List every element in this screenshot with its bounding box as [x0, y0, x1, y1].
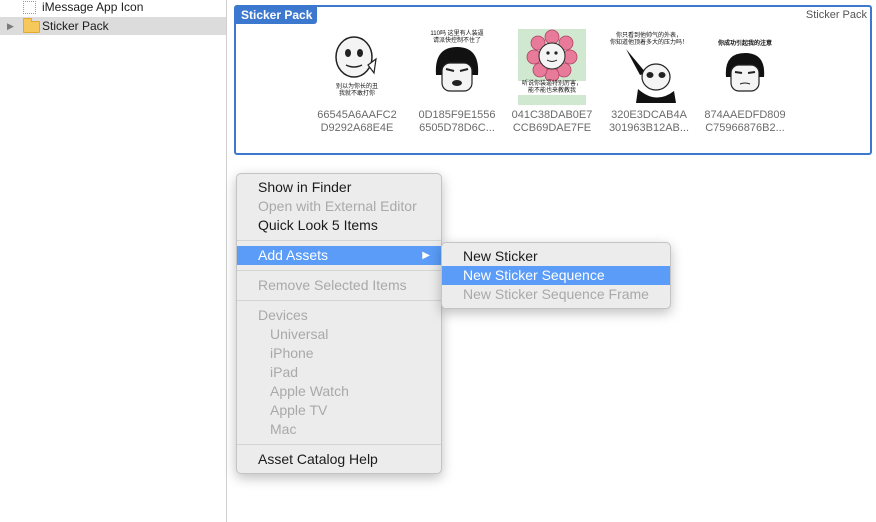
sidebar-item-label: iMessage App Icon	[42, 0, 144, 14]
menu-item-apple-watch[interactable]: Apple Watch	[237, 382, 441, 401]
sticker-thumbnail: 听说你装逼特别厉害， 能不能也来教教我	[514, 29, 590, 105]
menu-item-iphone[interactable]: iPhone	[237, 344, 441, 363]
menu-item-ipad[interactable]: iPad	[237, 363, 441, 382]
asset-sidebar: iMessage App Icon ▶ Sticker Pack	[0, 0, 227, 522]
menu-item-universal[interactable]: Universal	[237, 325, 441, 344]
sticker-pack-title: Sticker Pack	[236, 7, 318, 24]
context-menu: Show in Finder Open with External Editor…	[236, 173, 442, 474]
sticker-id-line1: 0D185F9E1556	[418, 109, 496, 121]
menu-item-asset-catalog-help[interactable]: Asset Catalog Help	[237, 450, 441, 469]
sticker-thumbnail: 别以为你长的丑 我就不敢打你	[324, 29, 390, 105]
sticker-thumbnail: 你成功引起我的注意	[712, 29, 778, 105]
sticker-thumbnail: 你只看到他帅气的外表， 你知道他顶着多大的压力吗！	[610, 29, 688, 105]
sticker-caption: 别以为你长的丑 我就不敢打你	[335, 84, 378, 97]
add-assets-submenu: New Sticker New Sticker Sequence New Sti…	[441, 242, 671, 309]
sticker-pack-type-label: Sticker Pack	[805, 9, 867, 21]
sticker-id-line2: C75966876B2...	[705, 122, 785, 134]
sticker-id-line1: 041C38DAB0E7	[511, 109, 593, 121]
menu-separator	[237, 240, 441, 241]
menu-separator	[237, 270, 441, 271]
menu-section-devices: Devices	[258, 307, 308, 323]
sticker-id-line1: 320E3DCAB4A	[611, 109, 687, 121]
sticker-caption: 听说你装逼特别厉害， 能不能也来教教我	[514, 81, 590, 95]
menu-item-show-in-finder[interactable]: Show in Finder	[237, 178, 441, 197]
menu-item-label: Add Assets	[258, 247, 329, 263]
menu-item-add-assets[interactable]: Add Assets ▶	[237, 246, 441, 265]
sticker-id-line2: D9292A68E4E	[320, 122, 394, 134]
menu-item-open-with-external-editor[interactable]: Open with External Editor	[237, 197, 441, 216]
sticker-item[interactable]: 你只看到他帅气的外表， 你知道他顶着多大的压力吗！ 320E3DCAB4A 30…	[603, 29, 695, 135]
sticker-id-line2: CCB69DAE7FE	[512, 122, 592, 134]
submenu-arrow-icon: ▶	[422, 250, 430, 261]
menu-item-new-sticker[interactable]: New Sticker	[442, 247, 670, 266]
sticker-item[interactable]: 听说你装逼特别厉害， 能不能也来教教我 041C38DAB0E7 CCB69DA…	[506, 29, 598, 135]
menu-separator	[237, 444, 441, 445]
folder-icon	[23, 18, 40, 33]
sidebar-item-label: Sticker Pack	[42, 19, 109, 33]
sticker-caption: 你成功引起我的注意	[717, 41, 772, 47]
menu-item-apple-tv[interactable]: Apple TV	[237, 401, 441, 420]
sidebar-item-sticker-pack[interactable]: ▶ Sticker Pack	[0, 17, 226, 35]
sticker-caption: 110吗 这里有人装逼 请派快控制不住了	[430, 31, 484, 44]
menu-item-new-sticker-sequence-frame[interactable]: New Sticker Sequence Frame	[442, 285, 670, 304]
sticker-id-line1: 874AAEDFD809	[704, 109, 786, 121]
sticker-item[interactable]: 你成功引起我的注意 874AAEDFD809 C75966876B2...	[699, 29, 791, 135]
sticker-id-line2: 6505D78D6C...	[419, 122, 495, 134]
sticker-item[interactable]: 别以为你长的丑 我就不敢打你 66545A6AAFC2 D9292A68E4E	[311, 29, 403, 135]
menu-separator	[237, 300, 441, 301]
sticker-id-line1: 66545A6AAFC2	[317, 109, 397, 121]
sticker-pack-panel[interactable]: Sticker Pack Sticker Pack 别以为你长的丑 我就不敢打你…	[234, 5, 872, 155]
disclosure-triangle-icon[interactable]: ▶	[7, 21, 14, 32]
menu-item-remove-selected-items[interactable]: Remove Selected Items	[237, 276, 441, 295]
sticker-item[interactable]: 110吗 这里有人装逼 请派快控制不住了 0D185F9E1556 6505D7…	[411, 29, 503, 135]
menu-item-mac[interactable]: Mac	[237, 420, 441, 439]
imessage-app-icon-placeholder-icon	[23, 1, 36, 14]
sidebar-item-imessage-app-icon[interactable]: iMessage App Icon	[0, 0, 226, 16]
sticker-id-line2: 301963B12AB...	[608, 122, 690, 134]
sticker-thumbnail: 110吗 这里有人装逼 请派快控制不住了	[424, 29, 490, 105]
menu-item-quick-look[interactable]: Quick Look 5 Items	[237, 216, 441, 235]
menu-item-new-sticker-sequence[interactable]: New Sticker Sequence	[442, 266, 670, 285]
sticker-caption: 你只看到他帅气的外表， 你知道他顶着多大的压力吗！	[609, 33, 688, 46]
